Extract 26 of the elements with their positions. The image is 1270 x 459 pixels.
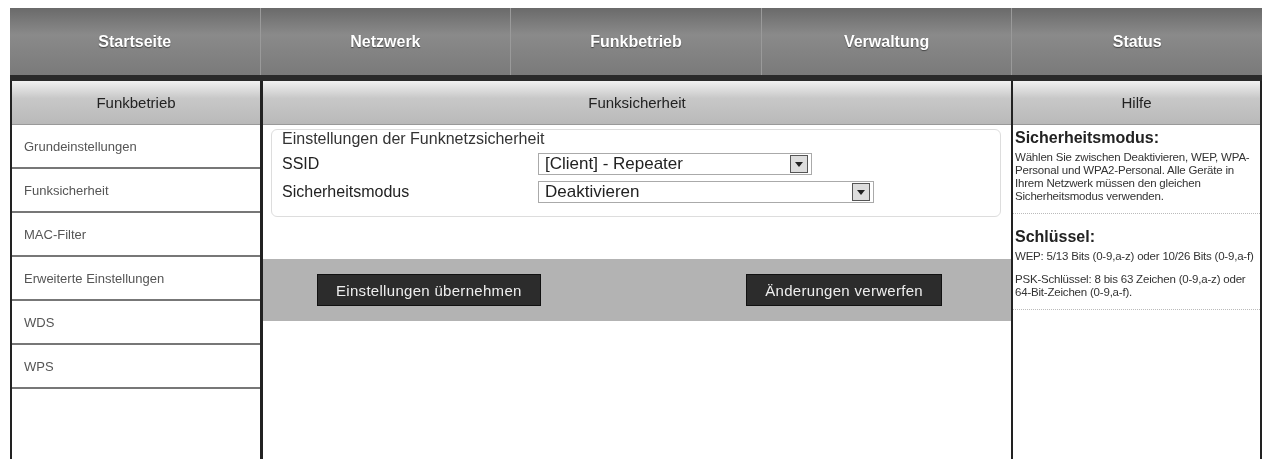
- nav-tab[interactable]: Startseite: [10, 8, 261, 75]
- sidebar-item[interactable]: Erweiterte Einstellungen: [12, 257, 260, 301]
- field-label: Sicherheitsmodus: [282, 183, 411, 201]
- sidebar-item[interactable]: WPS: [12, 345, 260, 389]
- group-title: Einstellungen der Funknetzsicherheit: [282, 130, 545, 148]
- sidebar-item[interactable]: Grundeinstellungen: [12, 125, 260, 169]
- action-button[interactable]: Änderungen verwerfen: [746, 274, 942, 306]
- help-heading: Sicherheitsmodus:: [1015, 129, 1161, 147]
- nav-tab[interactable]: Funkbetrieb: [511, 8, 762, 75]
- sidebar-item[interactable]: WDS: [12, 301, 260, 345]
- sidebar-item[interactable]: Funksicherheit: [12, 169, 260, 213]
- help-text: Wählen Sie zwischen Deaktivieren, WEP, WPA-Personal und WPA2-Personal. Alle Geräte in Ihrem Netzwerk müssen den gleichen Sicherheitsmodus verwenden.: [1015, 151, 1251, 203]
- help-text: PSK-Schlüssel: 8 bis 63 Zeichen (0-9,a-z) oder 64-Bit-Zeichen (0-9,a-f).: [1015, 273, 1247, 299]
- sidebar-item[interactable]: MAC-Filter: [12, 213, 260, 257]
- dropdown[interactable]: Deaktivieren: [538, 181, 874, 203]
- field-label: SSID: [282, 155, 321, 173]
- sidebar-title: Funkbetrieb: [12, 81, 260, 125]
- help-title: Hilfe: [1013, 81, 1260, 125]
- panel-title: Funksicherheit: [263, 81, 1011, 125]
- help-heading: Schlüssel:: [1015, 228, 1097, 246]
- action-button[interactable]: Einstellungen übernehmen: [317, 274, 541, 306]
- help-text: WEP: 5/13 Bits (0-9,a-z) oder 10/26 Bits (0-9,a-f): [1015, 250, 1255, 263]
- nav-tab[interactable]: Verwaltung: [761, 8, 1013, 75]
- nav-tab[interactable]: Netzwerk: [260, 8, 512, 75]
- nav-tab[interactable]: Status: [1012, 8, 1262, 75]
- dropdown[interactable]: [Client] - Repeater: [538, 153, 812, 175]
